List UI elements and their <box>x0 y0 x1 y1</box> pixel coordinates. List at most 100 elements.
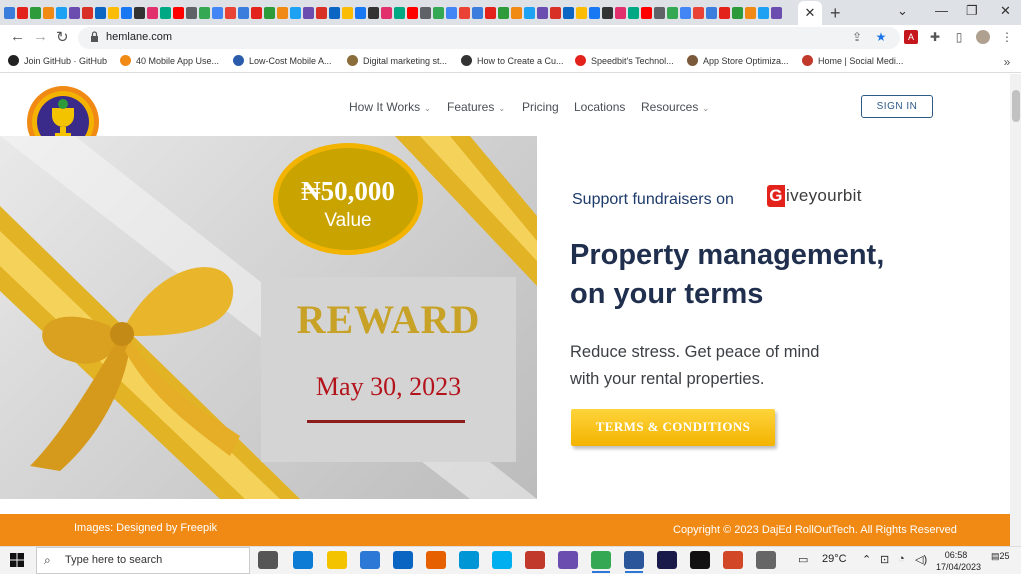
minimize-button[interactable]: — <box>935 3 948 18</box>
tab-favicon[interactable] <box>407 6 418 19</box>
back-icon[interactable]: ← <box>10 28 25 45</box>
sign-in-button[interactable]: SIGN IN <box>861 95 933 118</box>
tab-favicon[interactable] <box>420 6 431 19</box>
tab-favicon[interactable] <box>303 6 314 19</box>
more-bookmarks-icon[interactable]: » <box>1000 55 1014 69</box>
taskbar-clock[interactable]: 06:58 17/04/2023 <box>936 549 981 573</box>
tab-favicon[interactable] <box>69 6 80 19</box>
side-panel-icon[interactable]: ▯ <box>952 30 966 44</box>
tab-favicon[interactable] <box>95 6 106 19</box>
nav-item-resources[interactable]: Resources ⌄ <box>641 100 709 114</box>
tab-favicon[interactable] <box>563 6 574 19</box>
lock-icon[interactable] <box>90 31 99 42</box>
nav-item-pricing[interactable]: Pricing <box>522 100 559 114</box>
bookmark-item[interactable]: 40 Mobile App Use... <box>120 55 219 66</box>
active-tab-close[interactable]: ✕ <box>798 1 822 25</box>
tab-favicons[interactable] <box>0 0 790 25</box>
tab-favicon[interactable] <box>199 6 210 19</box>
nav-item-locations[interactable]: Locations <box>574 100 625 114</box>
profile-avatar[interactable] <box>976 30 990 44</box>
close-window-button[interactable]: ✕ <box>1000 3 1011 19</box>
tab-favicon[interactable] <box>277 6 288 19</box>
tab-favicon[interactable] <box>316 6 327 19</box>
tab-favicon[interactable] <box>550 6 561 19</box>
bookmark-item[interactable]: Home | Social Medi... <box>802 55 903 66</box>
tab-favicon[interactable] <box>212 6 223 19</box>
scrollbar-thumb[interactable] <box>1012 90 1020 122</box>
network-icon[interactable]: ⊡ <box>880 553 889 566</box>
app-icon[interactable] <box>756 551 776 569</box>
tab-favicon[interactable] <box>160 6 171 19</box>
tab-favicon[interactable] <box>680 6 691 19</box>
tab-favicon[interactable] <box>43 6 54 19</box>
windows-start-icon[interactable] <box>10 553 24 567</box>
tab-favicon[interactable] <box>511 6 522 19</box>
new-tab-button[interactable]: + <box>830 3 841 24</box>
tab-favicon[interactable] <box>576 6 587 19</box>
tab-favicon[interactable] <box>706 6 717 19</box>
extensions-icon[interactable]: ✚ <box>928 30 942 44</box>
tab-favicon[interactable] <box>446 6 457 19</box>
tab-favicon[interactable] <box>264 6 275 19</box>
restore-button[interactable]: ❐ <box>966 3 978 19</box>
tab-favicon[interactable] <box>472 6 483 19</box>
taskbar-search-placeholder[interactable]: Type here to search <box>65 554 162 566</box>
tab-favicon[interactable] <box>17 6 28 19</box>
powerpoint-icon[interactable] <box>723 551 743 569</box>
menu-kebab-icon[interactable]: ⋮ <box>1000 30 1014 44</box>
tab-favicon[interactable] <box>134 6 145 19</box>
tab-favicon[interactable] <box>732 6 743 19</box>
tab-favicon[interactable] <box>56 6 67 19</box>
wifi-icon[interactable]: ◔ <box>898 553 905 565</box>
page-scrollbar[interactable] <box>1010 74 1021 546</box>
volume-icon[interactable]: ◁) <box>915 553 927 566</box>
weather-icon[interactable]: ▭ <box>798 553 808 566</box>
bookmark-item[interactable]: Digital marketing st... <box>347 55 447 66</box>
tab-favicon[interactable] <box>771 6 782 19</box>
tab-favicon[interactable] <box>381 6 392 19</box>
media-icon[interactable] <box>657 551 677 569</box>
bookmark-item[interactable]: Speedbit's Technol... <box>575 55 674 66</box>
tab-favicon[interactable] <box>225 6 236 19</box>
app-icon[interactable] <box>525 551 545 569</box>
nav-item-how-it-works[interactable]: How It Works ⌄ <box>349 100 431 114</box>
share-icon[interactable]: ⇪ <box>850 30 864 44</box>
tab-favicon[interactable] <box>4 6 15 19</box>
pdf-extension-icon[interactable]: A <box>904 30 918 44</box>
tab-favicon[interactable] <box>186 6 197 19</box>
tab-favicon[interactable] <box>368 6 379 19</box>
tab-search-icon[interactable]: ⌄ <box>897 3 908 19</box>
tab-favicon[interactable] <box>628 6 639 19</box>
tab-favicon[interactable] <box>251 6 262 19</box>
tab-favicon[interactable] <box>147 6 158 19</box>
tab-favicon[interactable] <box>602 6 613 19</box>
edge-icon[interactable] <box>293 551 313 569</box>
tab-favicon[interactable] <box>641 6 652 19</box>
terms-conditions-button[interactable]: TERMS & CONDITIONS <box>571 409 775 446</box>
tab-favicon[interactable] <box>485 6 496 19</box>
firefox-icon[interactable] <box>426 551 446 569</box>
bookmark-item[interactable]: Join GitHub · GitHub <box>8 55 107 66</box>
giveyourbit-logo[interactable]: Giveyourbit <box>767 185 862 207</box>
tab-favicon[interactable] <box>693 6 704 19</box>
tab-favicon[interactable] <box>173 6 184 19</box>
omnibox[interactable] <box>78 27 900 49</box>
tab-favicon[interactable] <box>758 6 769 19</box>
tab-favicon[interactable] <box>667 6 678 19</box>
task-view-icon[interactable] <box>258 551 278 569</box>
forward-icon[interactable]: → <box>33 28 48 45</box>
url-text[interactable]: hemlane.com <box>106 31 172 43</box>
tab-favicon[interactable] <box>433 6 444 19</box>
hp-icon[interactable] <box>459 551 479 569</box>
bookmark-item[interactable]: Low-Cost Mobile A... <box>233 55 332 66</box>
temperature-text[interactable]: 29°C <box>822 553 847 565</box>
tab-favicon[interactable] <box>342 6 353 19</box>
tab-favicon[interactable] <box>498 6 509 19</box>
reload-icon[interactable]: ↻ <box>56 28 69 46</box>
file-explorer-icon[interactable] <box>327 551 347 569</box>
skype-icon[interactable] <box>492 551 512 569</box>
tab-favicon[interactable] <box>329 6 340 19</box>
tab-favicon[interactable] <box>82 6 93 19</box>
tab-favicon[interactable] <box>537 6 548 19</box>
7zip-icon[interactable] <box>690 551 710 569</box>
